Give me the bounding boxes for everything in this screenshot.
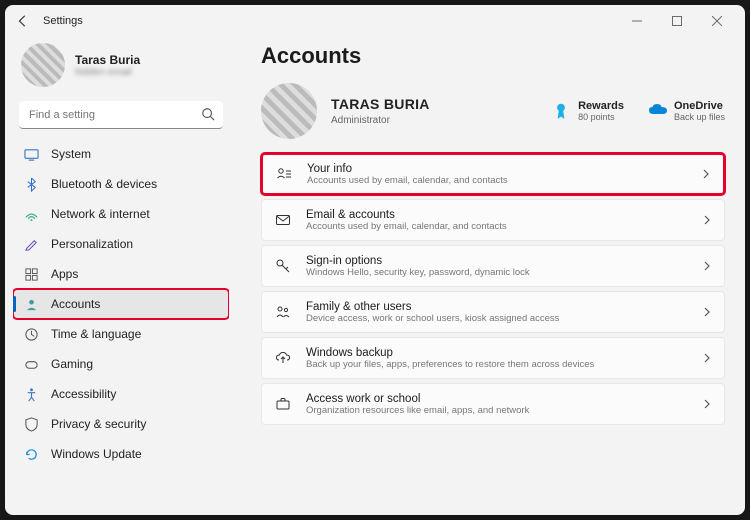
sidebar-item-label: Network & internet [51,207,150,221]
sidebar: Taras Buria hidden email System Bluetoot… [5,37,237,515]
sidebar-item-label: Accessibility [51,387,116,401]
chevron-right-icon [702,307,712,317]
card-sub: Accounts used by email, calendar, and co… [307,175,508,186]
onedrive-sub: Back up files [674,112,725,122]
close-button[interactable] [697,7,737,35]
settings-window: Settings Taras Buria hidden email [5,5,745,515]
sidebar-item-personalization[interactable]: Personalization [13,229,229,259]
sidebar-item-label: Windows Update [51,447,142,461]
backup-icon [274,349,292,367]
account-header: TARAS BURIA Administrator Rewards 80 poi… [261,83,725,139]
family-icon [274,303,292,321]
account-avatar [261,83,317,139]
card-sub: Windows Hello, security key, password, d… [306,267,530,278]
chevron-right-icon [702,399,712,409]
card-title: Email & accounts [306,209,507,221]
user-email: hidden email [75,67,140,78]
card-sub: Device access, work or school users, kio… [306,313,559,324]
card-sub: Accounts used by email, calendar, and co… [306,221,507,232]
card-title: Sign-in options [306,255,530,267]
sidebar-item-accounts[interactable]: Accounts [13,289,229,319]
network-icon [23,206,39,222]
chevron-right-icon [701,169,711,179]
time-icon [23,326,39,342]
minimize-button[interactable] [617,7,657,35]
personalization-icon [23,236,39,252]
accessibility-icon [23,386,39,402]
chevron-right-icon [702,353,712,363]
sidebar-item-update[interactable]: Windows Update [13,439,229,469]
rewards-icon [552,102,570,120]
sidebar-item-label: System [51,147,91,161]
bluetooth-icon [23,176,39,192]
card-sub: Back up your files, apps, preferences to… [306,359,594,370]
onedrive-block[interactable]: OneDrive Back up files [648,100,725,122]
sidebar-item-system[interactable]: System [13,139,229,169]
accounts-icon [23,296,39,312]
gaming-icon [23,356,39,372]
user-name: Taras Buria [75,53,140,67]
page-title: Accounts [261,43,725,69]
card-work-school[interactable]: Access work or school Organization resou… [261,383,725,425]
key-icon [274,257,292,275]
search-box[interactable] [19,101,223,129]
account-name: TARAS BURIA [331,96,430,112]
onedrive-title: OneDrive [674,100,725,112]
card-backup[interactable]: Windows backup Back up your files, apps,… [261,337,725,379]
sidebar-item-network[interactable]: Network & internet [13,199,229,229]
search-icon [201,107,215,121]
content-area: Taras Buria hidden email System Bluetoot… [5,37,745,515]
search-input[interactable] [19,101,223,129]
sidebar-item-label: Privacy & security [51,417,146,431]
sidebar-item-gaming[interactable]: Gaming [13,349,229,379]
user-block[interactable]: Taras Buria hidden email [13,37,229,97]
system-icon [23,146,39,162]
sidebar-item-label: Personalization [51,237,133,251]
sidebar-item-time[interactable]: Time & language [13,319,229,349]
rewards-sub: 80 points [578,112,624,122]
privacy-icon [23,416,39,432]
chevron-right-icon [702,261,712,271]
nav-list: System Bluetooth & devices Network & int… [13,139,229,515]
update-icon [23,446,39,462]
sidebar-item-bluetooth[interactable]: Bluetooth & devices [13,169,229,199]
sidebar-item-label: Apps [51,267,78,281]
sidebar-item-label: Time & language [51,327,141,341]
sidebar-item-apps[interactable]: Apps [13,259,229,289]
main-panel: Accounts TARAS BURIA Administrator Rewar… [237,37,745,515]
card-title: Family & other users [306,301,559,313]
maximize-button[interactable] [657,7,697,35]
back-button[interactable] [13,11,33,31]
rewards-title: Rewards [578,100,624,112]
card-your-info[interactable]: Your info Accounts used by email, calend… [261,153,725,195]
card-title: Windows backup [306,347,594,359]
sidebar-item-label: Bluetooth & devices [51,177,157,191]
onedrive-icon [648,102,666,120]
your-info-icon [275,165,293,183]
sidebar-item-label: Gaming [51,357,93,371]
sidebar-item-label: Accounts [51,297,100,311]
briefcase-icon [274,395,292,413]
sidebar-item-privacy[interactable]: Privacy & security [13,409,229,439]
card-title: Access work or school [306,393,529,405]
email-icon [274,211,292,229]
user-avatar [21,43,65,87]
card-title: Your info [307,163,508,175]
card-signin-options[interactable]: Sign-in options Windows Hello, security … [261,245,725,287]
titlebar: Settings [5,5,745,37]
account-role: Administrator [331,115,430,126]
apps-icon [23,266,39,282]
rewards-block[interactable]: Rewards 80 points [552,100,624,122]
sidebar-item-accessibility[interactable]: Accessibility [13,379,229,409]
chevron-right-icon [702,215,712,225]
window-controls [617,7,737,35]
card-email-accounts[interactable]: Email & accounts Accounts used by email,… [261,199,725,241]
window-title: Settings [43,15,83,27]
card-family[interactable]: Family & other users Device access, work… [261,291,725,333]
card-sub: Organization resources like email, apps,… [306,405,529,416]
